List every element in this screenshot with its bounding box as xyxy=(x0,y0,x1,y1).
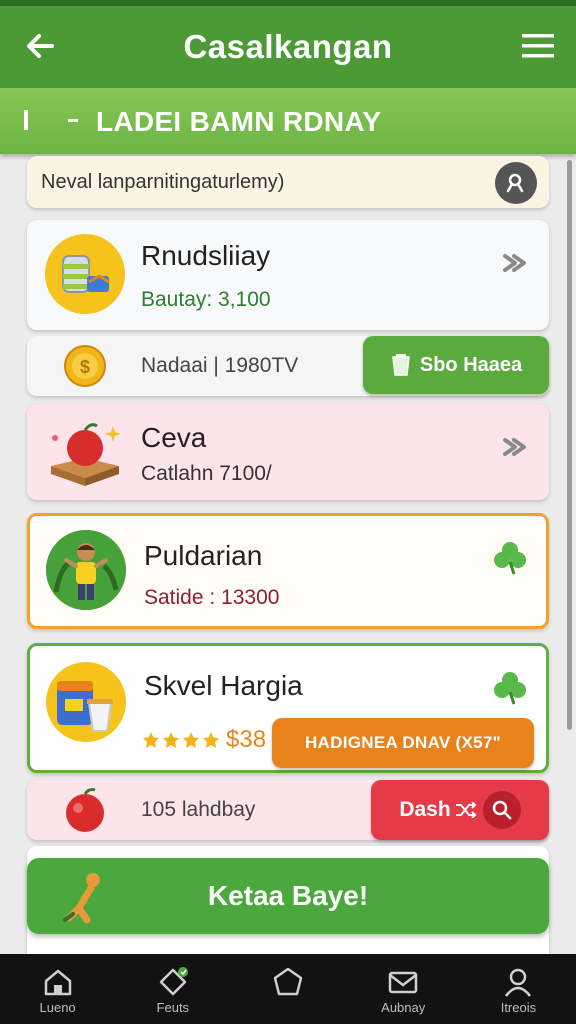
banner-indicator xyxy=(24,110,28,130)
cup-icon xyxy=(392,354,410,376)
item-price: $38 xyxy=(226,726,267,753)
tab-label: Feuts xyxy=(156,1000,190,1015)
clover-icon[interactable] xyxy=(492,670,528,706)
apple-icon xyxy=(66,788,104,832)
banner-text: LADEI BAMN RDNAY xyxy=(96,106,382,137)
person-avatar-icon xyxy=(46,530,126,610)
list-item-rnudsliiay[interactable]: Rnudsliiay Bautay: 3,100 xyxy=(27,220,549,330)
coins-stack-icon xyxy=(45,234,125,314)
tag-icon xyxy=(159,967,188,996)
hamburger-menu-icon[interactable] xyxy=(522,32,554,60)
jar-and-cup-icon xyxy=(46,662,126,742)
item-subtitle: Satide : 13300 xyxy=(144,586,280,609)
double-chevron-right-icon[interactable] xyxy=(501,248,531,278)
search-circle-button[interactable] xyxy=(482,791,521,829)
tab-label: Itreois xyxy=(500,1000,537,1015)
search-bar[interactable]: Neval lanparnitingaturlemy) xyxy=(27,156,549,208)
shuffle-icon xyxy=(455,802,477,818)
tab-center[interactable] xyxy=(230,954,345,1024)
apple-row: 105 lahdbay Dash xyxy=(27,780,549,840)
tab-home[interactable]: Lueno xyxy=(0,954,115,1024)
promo-button-label: HADIGNEA DNAV (X57" xyxy=(304,733,502,752)
app-header: Casalkangan xyxy=(0,0,576,88)
item-subtitle: Bautay: 3,100 xyxy=(141,288,271,311)
home-icon xyxy=(44,969,71,996)
reward-row: $ Nadaai | 1980TV Sbo Haaea xyxy=(27,336,549,396)
search-placeholder: Neval lanparnitingaturlemy) xyxy=(41,171,285,193)
svg-text:$: $ xyxy=(80,357,90,377)
search-button[interactable] xyxy=(495,162,537,204)
promo-banner: LADEI BAMN RDNAY xyxy=(0,88,576,154)
mail-icon xyxy=(388,971,418,994)
item-title: Ceva xyxy=(141,422,207,453)
save-button-label: Sbo Haaea xyxy=(419,353,523,376)
star-rating-icon xyxy=(143,732,219,748)
search-icon xyxy=(506,173,524,193)
primary-cta-button[interactable]: Ketaa Baye! xyxy=(27,858,549,934)
running-figure-icon xyxy=(63,873,100,924)
save-button[interactable]: Sbo Haaea xyxy=(363,336,549,394)
list-item-puldarian[interactable]: Puldarian Satide : 13300 xyxy=(27,513,549,629)
dash-button[interactable]: Dash xyxy=(371,780,549,840)
apple-crate-icon xyxy=(45,412,125,492)
back-arrow-icon[interactable] xyxy=(22,28,58,64)
search-icon xyxy=(492,800,511,820)
profile-icon xyxy=(505,968,532,997)
apple-row-label: 105 lahdbay xyxy=(141,798,256,821)
banner-dash xyxy=(68,119,78,122)
item-title: Rnudsliiay xyxy=(141,240,271,271)
dash-button-label: Dash xyxy=(399,798,451,821)
bottom-navigation: Lueno Feuts Aubnay Itreois xyxy=(0,954,576,1024)
clover-icon[interactable] xyxy=(492,540,528,576)
double-chevron-right-icon[interactable] xyxy=(501,432,531,462)
item-title: Skvel Hargia xyxy=(144,670,303,701)
page-title: Casalkangan xyxy=(183,28,393,65)
tab-label: Lueno xyxy=(39,1000,76,1015)
promo-button[interactable]: HADIGNEA DNAV (X57" xyxy=(272,718,534,768)
item-subtitle: Catlahn 7100/ xyxy=(141,462,272,485)
tab-aubnay[interactable]: Aubnay xyxy=(346,954,461,1024)
reward-label: Nadaai | 1980TV xyxy=(141,354,299,377)
list-item-ceva[interactable]: Ceva Catlahn 7100/ xyxy=(27,404,549,500)
pentagon-icon xyxy=(273,967,303,996)
tab-label: Aubnay xyxy=(381,1000,426,1015)
list-item-skvel-hargia[interactable]: Skvel Hargia $38 HADIGNEA DNAV (X57" xyxy=(27,643,549,773)
gold-coin-icon: $ xyxy=(64,345,106,387)
rating: $38 xyxy=(142,726,266,754)
tab-profile[interactable]: Itreois xyxy=(461,954,576,1024)
scrollbar[interactable] xyxy=(567,160,572,730)
cta-label: Ketaa Baye! xyxy=(207,880,369,911)
tab-feuts[interactable]: Feuts xyxy=(115,954,230,1024)
item-title: Puldarian xyxy=(144,540,263,571)
